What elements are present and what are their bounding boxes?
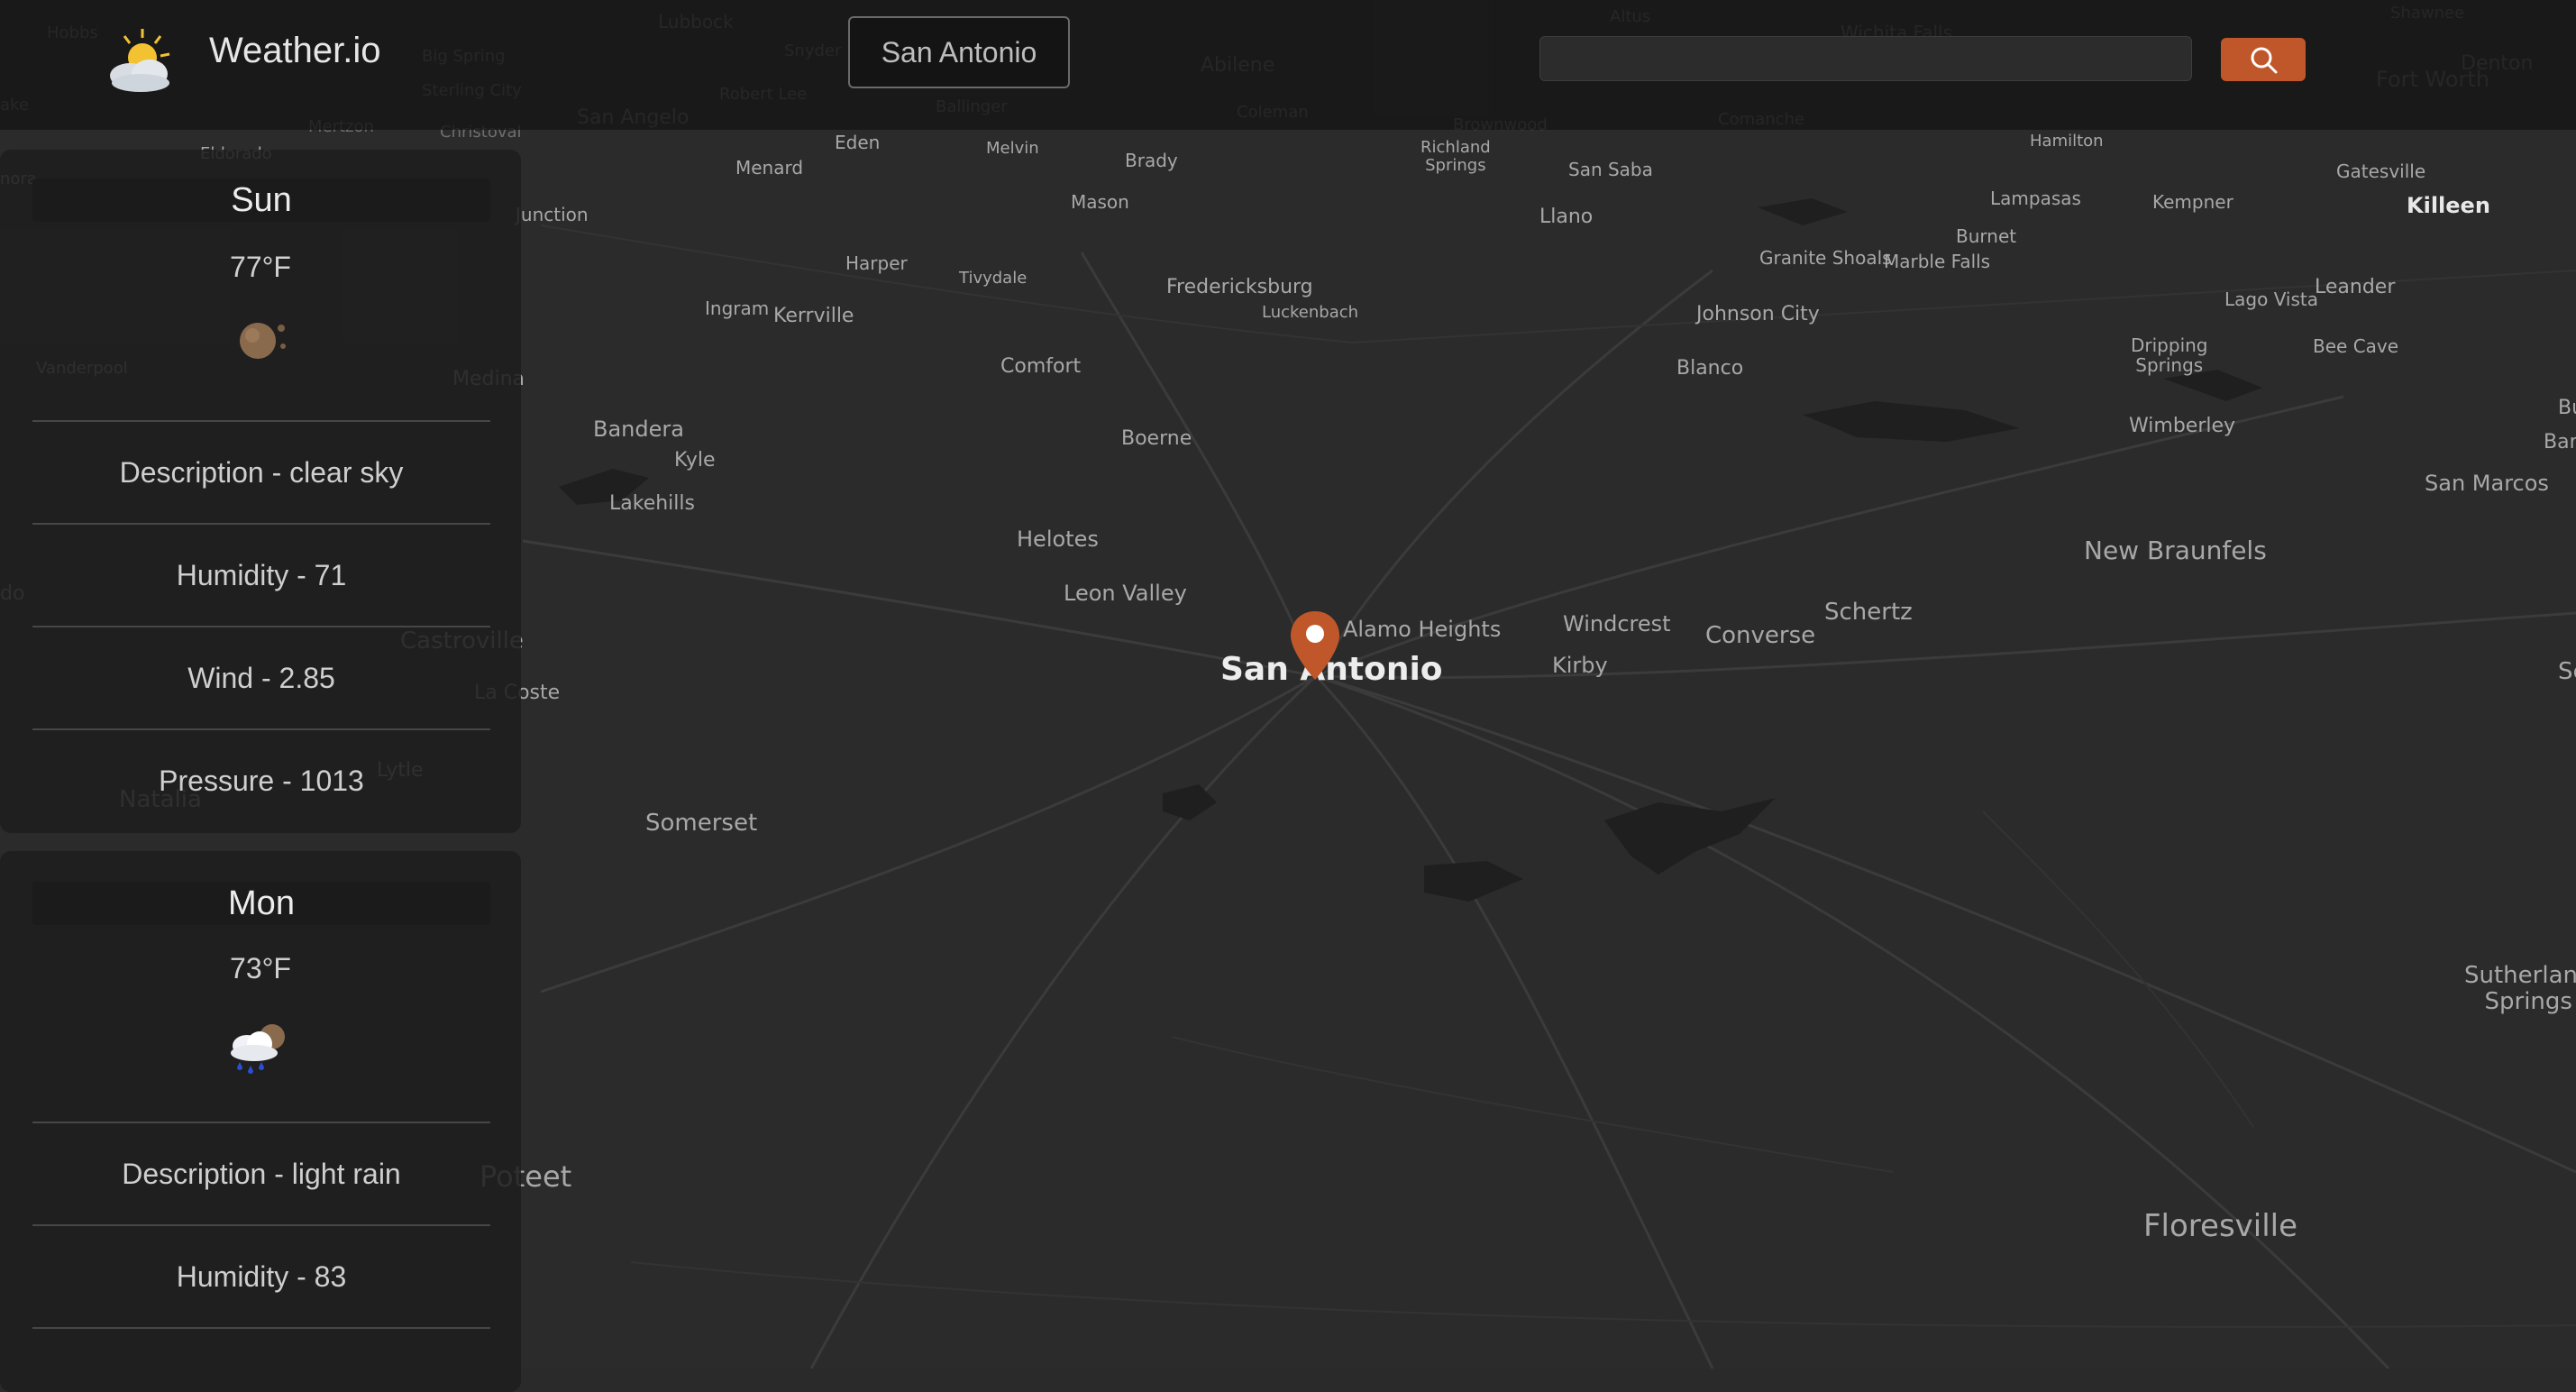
forecast-temp: 73°F: [230, 952, 291, 984]
map-label: Tivydale: [959, 269, 1028, 288]
map-label: Leon Valley: [1064, 581, 1187, 606]
map-label: Alamo Heights: [1343, 617, 1502, 642]
map-label: Lago Vista: [2224, 288, 2319, 310]
map-label: Brady: [1125, 150, 1178, 171]
map-label: Converse: [1705, 622, 1816, 649]
forecast-pressure: Pressure - 1013: [32, 728, 490, 833]
map-label: Bandera Falls: [2544, 431, 2576, 453]
map-label: Harper: [845, 252, 908, 274]
forecast-row-divider: [32, 1327, 490, 1392]
map-label: Burnet: [1956, 225, 2017, 247]
app-title: Weather.io: [209, 31, 381, 70]
map-label: Menard: [735, 157, 804, 179]
map-label: Kerrville: [773, 305, 854, 327]
map-label: Killeen: [2407, 193, 2490, 218]
map-label: Windcrest: [1563, 611, 1671, 636]
map-label: Luckenbach: [1262, 303, 1359, 322]
forecast-description: Description - light rain: [32, 1122, 490, 1224]
map-label: Johnson City: [1696, 303, 1820, 325]
rain-cloud-icon: [231, 1024, 285, 1074]
location-pin-icon[interactable]: [1289, 609, 1341, 682]
map-label: San Marcos: [2425, 471, 2549, 496]
forecast-wind: Wind - 2.85: [32, 626, 490, 728]
map-label: Richland Springs: [1420, 138, 1491, 175]
sun-icon: [240, 323, 286, 359]
map-label: Llano: [1539, 206, 1594, 228]
map-label: Comfort: [1000, 355, 1082, 378]
forecast-humidity: Humidity - 83: [32, 1224, 490, 1327]
map-label: Bu: [2558, 397, 2576, 419]
map-label: SutherlandSprings: [2464, 962, 2576, 1015]
city-button[interactable]: San Antonio: [848, 16, 1070, 88]
forecast-humidity: Humidity - 71: [32, 523, 490, 626]
map-label: Fredericksburg: [1166, 276, 1313, 298]
map-label: New Braunfels: [2084, 536, 2267, 565]
map-label: Schertz: [1824, 599, 1913, 626]
forecast-day: Sun: [32, 179, 490, 222]
map-label: Blanco: [1676, 357, 1744, 380]
map-label: Kirby: [1552, 653, 1608, 678]
forecast-card: Sun 77°F Description - clear sky Humidit…: [0, 150, 521, 833]
map-label: Lakehills: [609, 492, 695, 515]
search-button[interactable]: [2221, 38, 2306, 81]
map-label: Ingram: [705, 298, 770, 319]
map-label: Junction: [516, 204, 589, 225]
map-label: Kyle: [674, 449, 716, 472]
map-label: Gatesville: [2336, 160, 2426, 182]
search-input[interactable]: [1539, 36, 2192, 81]
map-label: Bee Cave: [2313, 335, 2399, 357]
search-icon: [2251, 47, 2278, 74]
map-label: Lampasas: [1990, 188, 2081, 209]
map-label: San Saba: [1568, 159, 1653, 180]
map-label: Marble Falls: [1884, 251, 1991, 272]
map-label: Se: [2558, 658, 2576, 685]
map-label: Wimberley: [2129, 415, 2236, 437]
map-label: Somerset: [645, 810, 758, 837]
map-label: Hamilton: [2030, 132, 2104, 151]
forecast-description: Description - clear sky: [32, 420, 490, 523]
map-label: Melvin: [986, 139, 1039, 158]
map-label: Bandera: [593, 417, 684, 442]
map-label: Helotes: [1017, 527, 1099, 552]
forecast-day: Mon: [32, 882, 490, 925]
partly-cloudy-icon: [110, 29, 170, 92]
map-label: Kempner: [2152, 191, 2233, 213]
forecast-temp: 77°F: [230, 251, 291, 283]
map-label: Leander: [2315, 276, 2396, 298]
map-label: Dripping Springs: [2131, 334, 2208, 376]
map-label: Eden: [835, 132, 881, 153]
top-bar: Weather.io San Antonio: [0, 0, 2576, 130]
map-label: Mason: [1071, 191, 1129, 213]
forecast-card: Mon 73°F Description - light rain Humidi…: [0, 851, 521, 1392]
map-label: Boerne: [1121, 427, 1192, 450]
map-label: Granite Shoals: [1759, 247, 1892, 269]
map-label: Floresville: [2143, 1208, 2298, 1244]
